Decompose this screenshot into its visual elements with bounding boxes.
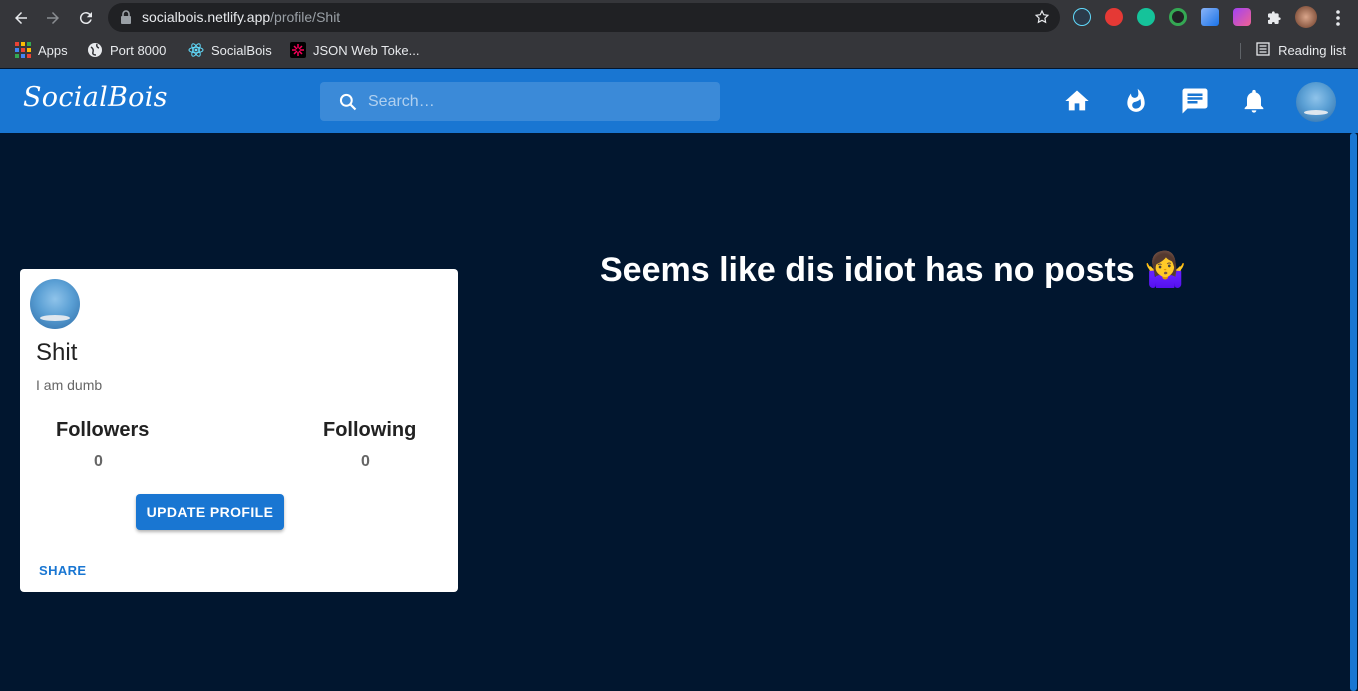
profile-avatar-icon[interactable] [1295, 6, 1317, 28]
fire-icon[interactable] [1121, 86, 1151, 116]
bell-icon[interactable] [1239, 86, 1269, 116]
reading-list[interactable]: Reading list [1256, 42, 1346, 59]
menu-kebab-icon[interactable] [1325, 5, 1351, 31]
followers-label: Followers [56, 419, 150, 441]
following-label: Following [323, 419, 417, 441]
reload-icon[interactable] [73, 5, 99, 31]
bookmark-jwt[interactable]: JSON Web Toke... [290, 42, 419, 58]
react-devtools-icon[interactable] [1073, 8, 1091, 26]
bookmarks-divider [1240, 43, 1241, 59]
bookmark-label: Apps [38, 42, 68, 58]
reading-list-icon [1256, 42, 1270, 59]
extension-gradient-icon[interactable] [1233, 8, 1251, 26]
profile-name: Shit [36, 339, 78, 366]
react-icon [188, 42, 204, 58]
profile-avatar [30, 279, 80, 329]
extension-pen-icon[interactable] [1201, 8, 1219, 26]
globe-icon [87, 42, 103, 58]
bookmarks-bar: Apps Port 8000 SocialBois JSON Web Toke.… [0, 37, 1358, 65]
forward-icon[interactable] [40, 5, 66, 31]
adblock-icon[interactable] [1105, 8, 1123, 26]
bookmark-label: Port 8000 [110, 42, 167, 58]
search-icon [338, 92, 358, 117]
lock-icon [120, 10, 132, 29]
bookmark-socialbois[interactable]: SocialBois [188, 42, 272, 58]
extensions-puzzle-icon[interactable] [1261, 5, 1287, 31]
bookmark-star-icon[interactable] [1034, 9, 1050, 30]
profile-bio: I am dumb [36, 377, 103, 393]
extension-circle-icon[interactable] [1169, 8, 1187, 26]
bookmark-apps[interactable]: Apps [15, 42, 68, 58]
back-icon[interactable] [8, 5, 34, 31]
bookmark-label: JSON Web Toke... [313, 42, 420, 58]
home-icon[interactable] [1062, 86, 1092, 116]
browser-chrome: socialbois.netlify.app/profile/Shit Apps… [0, 0, 1358, 68]
search-box[interactable] [320, 82, 720, 121]
address-bar[interactable]: socialbois.netlify.app/profile/Shit [108, 3, 1060, 32]
reading-list-label: Reading list [1278, 43, 1346, 58]
grammarly-icon[interactable] [1137, 8, 1155, 26]
no-posts-message: Seems like dis idiot has no posts 🤷‍♀️ [600, 251, 1187, 289]
following-count: 0 [361, 453, 370, 470]
url-host: socialbois.netlify.app [142, 9, 271, 25]
bookmark-label: SocialBois [211, 42, 272, 58]
followers-count: 0 [94, 453, 103, 470]
url-path: /profile/Shit [270, 9, 341, 25]
search-input[interactable] [368, 82, 708, 121]
browser-toolbar: socialbois.netlify.app/profile/Shit [0, 0, 1358, 35]
apps-grid-icon [15, 42, 31, 58]
share-button[interactable]: SHARE [39, 563, 87, 578]
update-profile-button[interactable]: UPDATE PROFILE [136, 494, 284, 530]
brand-logo[interactable]: SocialBois [23, 82, 168, 113]
chat-icon[interactable] [1180, 86, 1210, 116]
user-avatar[interactable] [1296, 82, 1336, 122]
bookmark-port-8000[interactable]: Port 8000 [87, 42, 166, 58]
jwt-icon [290, 42, 306, 58]
scrollbar-thumb[interactable] [1350, 133, 1357, 691]
url-text: socialbois.netlify.app/profile/Shit [142, 9, 340, 25]
profile-card: Shit I am dumb Followers 0 Following 0 U… [20, 269, 458, 592]
app-bar: SocialBois [0, 69, 1358, 133]
